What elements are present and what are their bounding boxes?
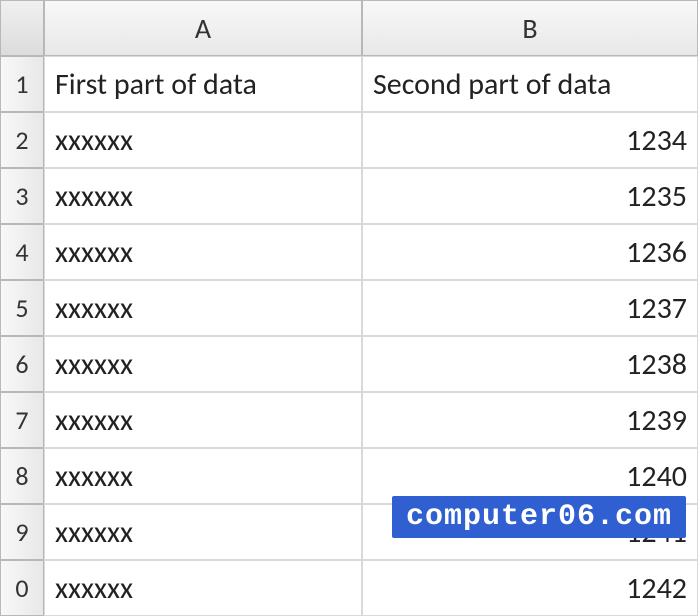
cell-b2[interactable]: 1234 [362, 112, 698, 168]
select-all-corner[interactable] [0, 0, 44, 56]
watermark-text: computer06.com [392, 496, 686, 538]
cell-a10[interactable]: xxxxxx [44, 560, 362, 616]
cell-a8[interactable]: xxxxxx [44, 448, 362, 504]
cell-a2[interactable]: xxxxxx [44, 112, 362, 168]
cell-b1[interactable]: Second part of data [362, 56, 698, 112]
row-header[interactable]: 1 [0, 56, 44, 112]
row-header[interactable]: 6 [0, 336, 44, 392]
column-header-b[interactable]: B [362, 0, 698, 56]
cell-a3[interactable]: xxxxxx [44, 168, 362, 224]
row-header[interactable]: 3 [0, 168, 44, 224]
cell-b3[interactable]: 1235 [362, 168, 698, 224]
cell-a6[interactable]: xxxxxx [44, 336, 362, 392]
cell-a1[interactable]: First part of data [44, 56, 362, 112]
row-header[interactable]: 9 [0, 504, 44, 560]
row-header[interactable]: 7 [0, 392, 44, 448]
cell-a5[interactable]: xxxxxx [44, 280, 362, 336]
cell-b4[interactable]: 1236 [362, 224, 698, 280]
cell-b5[interactable]: 1237 [362, 280, 698, 336]
cell-a4[interactable]: xxxxxx [44, 224, 362, 280]
column-header-a[interactable]: A [44, 0, 362, 56]
row-header[interactable]: 2 [0, 112, 44, 168]
cell-a7[interactable]: xxxxxx [44, 392, 362, 448]
row-header[interactable]: 4 [0, 224, 44, 280]
row-header[interactable]: 5 [0, 280, 44, 336]
cell-a9[interactable]: xxxxxx [44, 504, 362, 560]
cell-b10[interactable]: 1242 [362, 560, 698, 616]
row-header[interactable]: 0 [0, 560, 44, 616]
cell-b6[interactable]: 1238 [362, 336, 698, 392]
cell-b7[interactable]: 1239 [362, 392, 698, 448]
row-header[interactable]: 8 [0, 448, 44, 504]
